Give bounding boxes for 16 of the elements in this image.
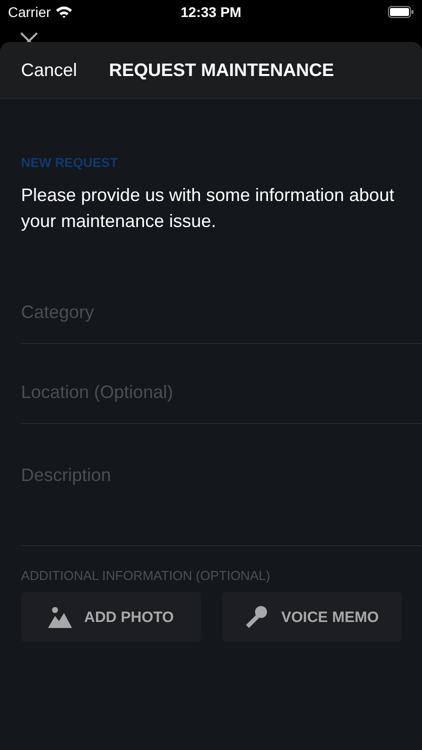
- add-photo-button[interactable]: ADD PHOTO: [21, 592, 201, 642]
- input-field[interactable]: Category: [21, 264, 422, 344]
- voice-memo-button[interactable]: VOICE MEMO: [222, 592, 402, 642]
- battery-icon: [388, 6, 414, 18]
- clock-time: 12:33 PM: [180, 4, 242, 20]
- microphone-icon: [245, 605, 270, 629]
- section-label: ADDITIONAL INFORMATION (OPTIONAL): [21, 568, 272, 583]
- sheet-title: REQUEST MAINTENANCE: [109, 60, 334, 80]
- wifi-icon: [56, 6, 72, 18]
- cancel-button[interactable]: Cancel: [21, 60, 78, 80]
- text-area[interactable]: Description: [21, 424, 422, 546]
- carrier-label: Carrier: [8, 4, 51, 20]
- intro-text: Please provide us with some information about your maintenance issue.: [21, 184, 396, 233]
- section-heading: NEW REQUEST: [21, 155, 119, 170]
- image-icon: [48, 606, 72, 628]
- input-field[interactable]: Location (Optional): [21, 344, 422, 424]
